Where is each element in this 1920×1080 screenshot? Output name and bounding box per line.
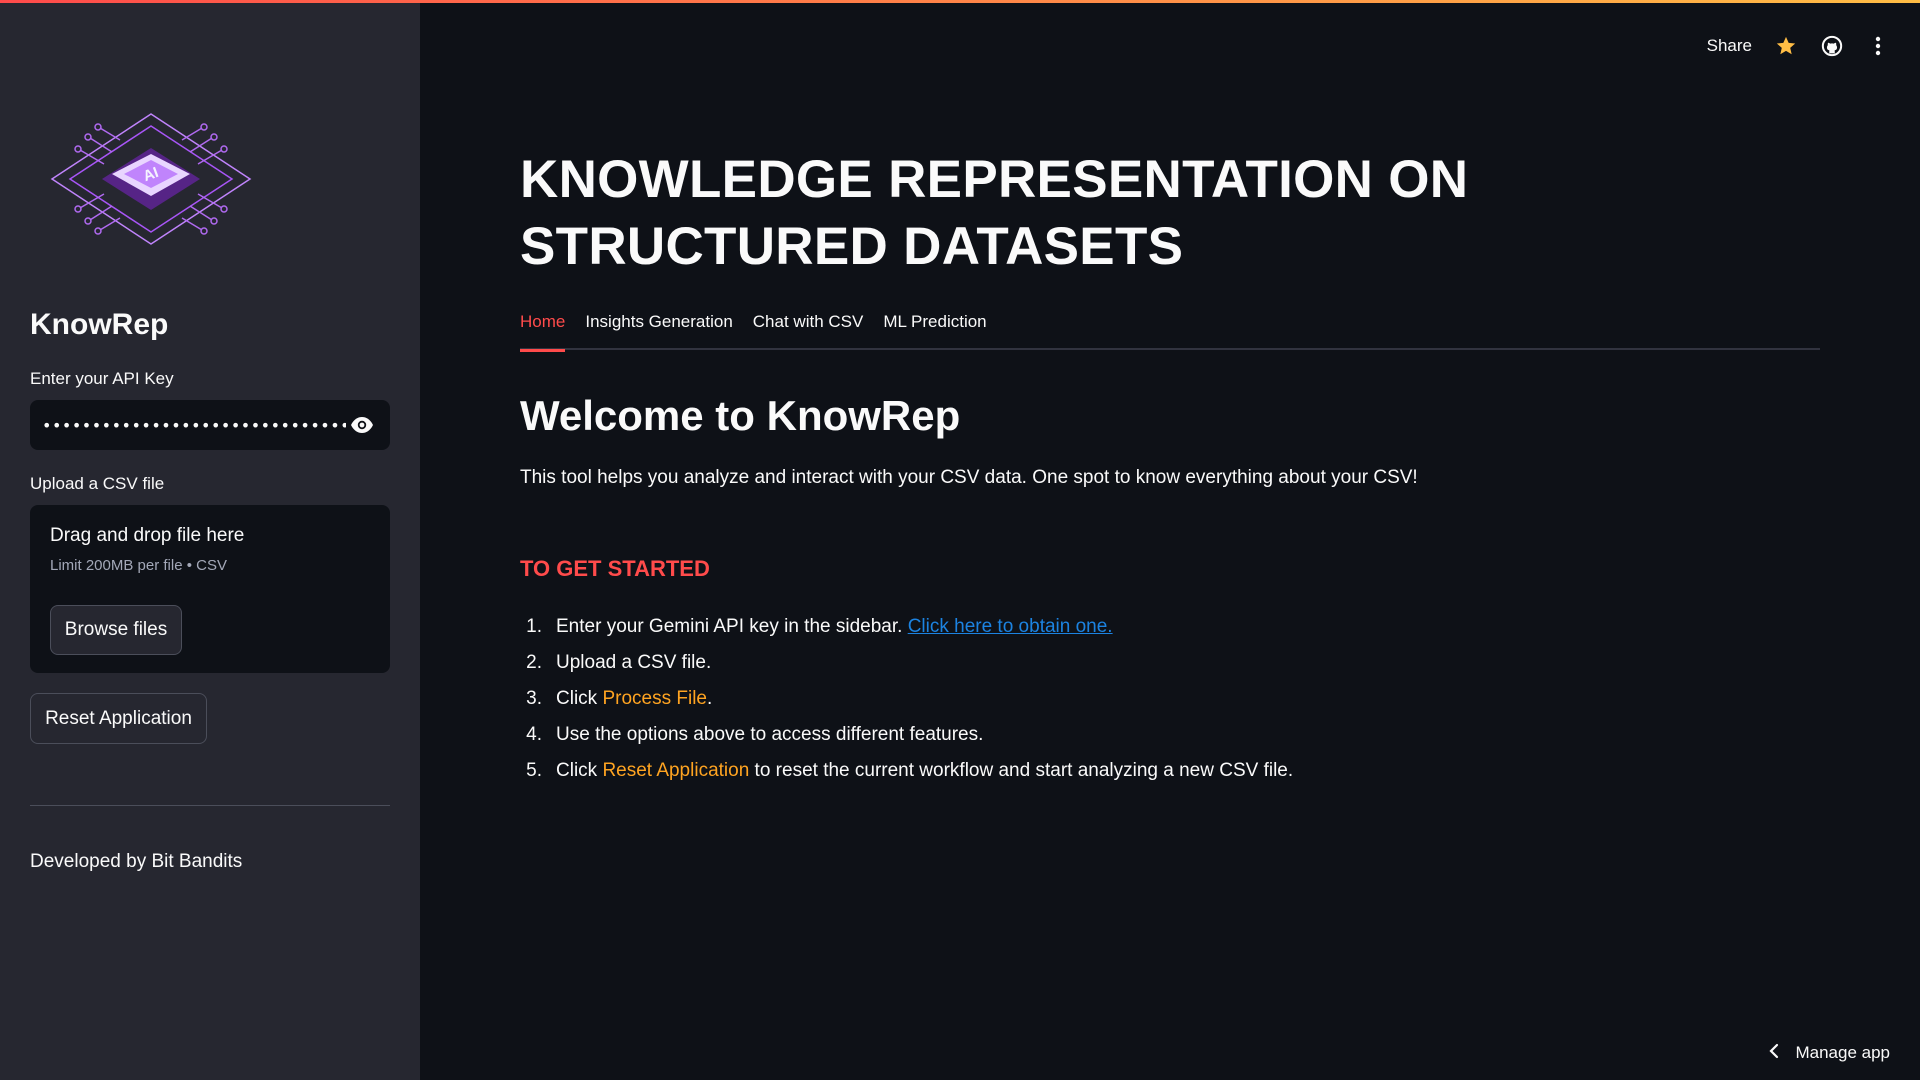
page-title: KNOWLEDGE REPRESENTATION ON STRUCTURED D… <box>520 150 1469 276</box>
api-key-input[interactable]: •••••••••••••••••••••••••••••••••••••• <box>30 400 390 450</box>
api-key-label: Enter your API Key <box>30 369 174 388</box>
reset-application-button[interactable]: Reset Application <box>30 693 207 744</box>
header-actions: Share <box>1707 32 1890 60</box>
share-button[interactable]: Share <box>1707 36 1752 56</box>
list-item: 3. Click Process File. <box>526 688 713 709</box>
obtain-api-key-link[interactable]: Click here to obtain one. <box>908 616 1113 637</box>
sidebar: AI KnowRep Enter your API Key ••••••••••… <box>0 0 420 1080</box>
developer-credit: Developed by Bit Bandits <box>30 851 243 872</box>
app-name: KnowRep <box>30 308 169 341</box>
manage-app-button[interactable]: Manage app <box>1769 1038 1890 1068</box>
chevron-left-icon <box>1769 1043 1779 1064</box>
browse-files-button[interactable]: Browse files <box>50 605 182 655</box>
ai-chip-logo: AI <box>40 108 262 250</box>
intro-text: This tool helps you analyze and interact… <box>520 467 1418 488</box>
api-key-value[interactable]: •••••••••••••••••••••••••••••••••••••• <box>42 416 346 435</box>
get-started-heading: TO GET STARTED <box>520 556 710 581</box>
more-vertical-icon[interactable] <box>1866 34 1890 58</box>
list-item: 2. Upload a CSV file. <box>526 652 712 673</box>
tab-chat-with-csv[interactable]: Chat with CSV <box>753 306 864 350</box>
tab-insights-generation[interactable]: Insights Generation <box>585 306 732 350</box>
manage-app-label: Manage app <box>1795 1043 1890 1062</box>
csv-upload-label: Upload a CSV file <box>30 474 165 493</box>
github-icon[interactable] <box>1820 34 1844 58</box>
list-item: 5. Click Reset Application to reset the … <box>526 760 1294 781</box>
sidebar-divider <box>30 805 390 806</box>
star-icon[interactable] <box>1774 34 1798 58</box>
dropzone-limit: Limit 200MB per file • CSV <box>50 557 227 574</box>
reset-application-highlight: Reset Application <box>602 760 750 781</box>
list-item: 1. Enter your Gemini API key in the side… <box>526 616 1113 637</box>
csv-dropzone[interactable]: Drag and drop file here Limit 200MB per … <box>30 505 390 673</box>
welcome-heading: Welcome to KnowRep <box>520 392 961 439</box>
tab-home[interactable]: Home <box>520 306 566 352</box>
list-item: 4. Use the options above to access diffe… <box>526 724 984 745</box>
top-accent-bar <box>0 0 1920 3</box>
dropzone-title: Drag and drop file here <box>50 525 245 546</box>
tab-bar: Home Insights Generation Chat with CSV M… <box>520 306 1820 352</box>
steps-list: 1. Enter your Gemini API key in the side… <box>520 611 1293 791</box>
tab-ml-prediction[interactable]: ML Prediction <box>883 306 986 350</box>
process-file-highlight: Process File <box>602 688 707 709</box>
show-password-eye-icon[interactable] <box>346 409 378 441</box>
